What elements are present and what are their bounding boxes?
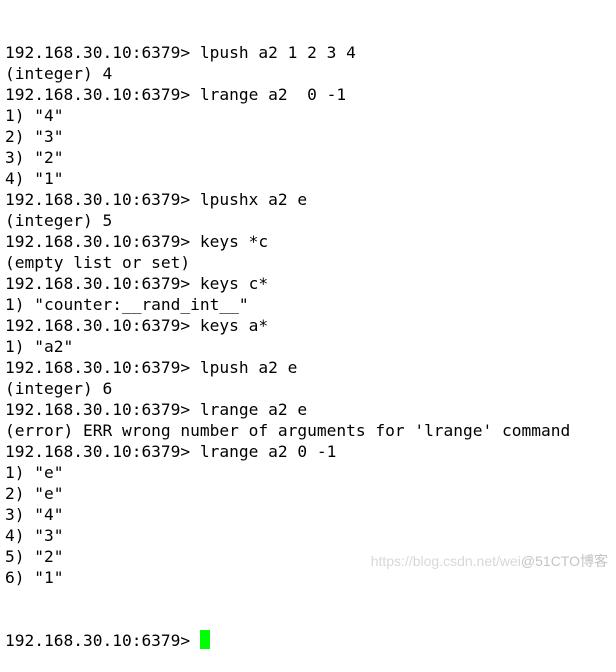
command-line: 192.168.30.10:6379> lpush a2 e xyxy=(5,358,298,377)
output-line: 4) "3" xyxy=(5,526,64,545)
output-line: (integer) 4 xyxy=(5,64,113,83)
output-line: (integer) 5 xyxy=(5,211,113,230)
terminal-output: 192.168.30.10:6379> lpush a2 1 2 3 4 (int… xyxy=(5,42,616,588)
watermark: https://blog.csdn.net/wei@51CTO博客 xyxy=(371,551,608,571)
output-line: (empty list or set) xyxy=(5,253,191,272)
output-line: (integer) 6 xyxy=(5,379,113,398)
command-line: 192.168.30.10:6379> keys a* xyxy=(5,316,269,335)
output-line: 3) "2" xyxy=(5,148,64,167)
terminal-window[interactable]: 192.168.30.10:6379> lpush a2 1 2 3 4 (int… xyxy=(5,0,616,650)
terminal-prompt-line[interactable]: 192.168.30.10:6379> xyxy=(5,630,616,651)
error-line: (error) ERR wrong number of arguments fo… xyxy=(5,421,571,440)
command-line: 192.168.30.10:6379> lrange a2 0 -1 xyxy=(5,442,337,461)
text-cursor xyxy=(199,630,210,649)
watermark-brand: @51CTO博客 xyxy=(520,553,608,569)
output-line: 1) "e" xyxy=(5,463,64,482)
output-line: 1) "4" xyxy=(5,106,64,125)
output-line: 4) "1" xyxy=(5,169,64,188)
output-line: 2) "3" xyxy=(5,127,64,146)
command-line: 192.168.30.10:6379> keys *c xyxy=(5,232,269,251)
watermark-url: https://blog.csdn.net/wei xyxy=(370,553,521,569)
command-line: 192.168.30.10:6379> lpush a2 1 2 3 4 xyxy=(5,43,356,62)
output-line: 2) "e" xyxy=(5,484,64,503)
command-line: 192.168.30.10:6379> keys c* xyxy=(5,274,269,293)
command-line: 192.168.30.10:6379> lrange a2 e xyxy=(5,400,308,419)
command-line: 192.168.30.10:6379> lrange a2 0 -1 xyxy=(5,85,347,104)
output-line: 3) "4" xyxy=(5,505,64,524)
output-line: 1) "counter:__rand_int__" xyxy=(5,295,249,314)
output-line: 1) "a2" xyxy=(5,337,74,356)
prompt-text: 192.168.30.10:6379> xyxy=(5,631,200,650)
command-line: 192.168.30.10:6379> lpushx a2 e xyxy=(5,190,308,209)
